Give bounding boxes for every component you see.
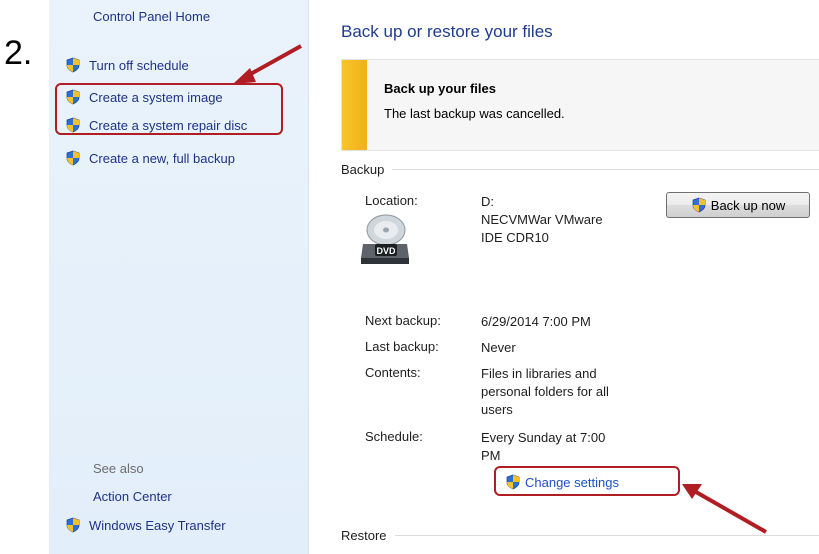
highlight-box-change-settings	[494, 466, 680, 496]
next-backup-label: Next backup:	[365, 313, 441, 328]
sidebar-item-turn-off-schedule[interactable]: Turn off schedule	[65, 57, 189, 73]
dvd-drive-icon: DVD	[361, 214, 409, 264]
dvd-badge: DVD	[376, 246, 396, 256]
restore-section-heading: Restore	[341, 528, 819, 543]
warning-bar	[342, 60, 367, 150]
back-up-now-button[interactable]: Back up now	[666, 192, 810, 218]
next-backup-value: 6/29/2014 7:00 PM	[481, 314, 591, 329]
highlight-box-sidebar	[55, 83, 283, 135]
see-also-heading: See also	[93, 461, 144, 476]
last-backup-label: Last backup:	[365, 339, 439, 354]
action-center-link[interactable]: Action Center	[93, 489, 172, 504]
location-label: Location:	[365, 193, 418, 208]
sidebar-item-label: Create a new, full backup	[89, 150, 235, 166]
button-label: Back up now	[710, 197, 786, 213]
windows-easy-transfer-link[interactable]: Windows Easy Transfer	[65, 517, 226, 533]
banner-message: The last backup was cancelled.	[384, 106, 565, 121]
control-panel-home-link[interactable]: Control Panel Home	[93, 9, 210, 24]
uac-shield-icon	[66, 57, 80, 73]
uac-shield-icon	[66, 517, 80, 533]
step-number: 2.	[4, 34, 33, 72]
contents-label: Contents:	[365, 365, 421, 380]
backup-status-banner: Back up your files The last backup was c…	[341, 59, 819, 151]
last-backup-value: Never	[481, 340, 516, 355]
backup-section-heading: Backup	[341, 162, 819, 177]
divider	[394, 535, 819, 536]
uac-shield-icon	[66, 150, 80, 166]
sidebar-item-label: Turn off schedule	[89, 57, 189, 73]
schedule-label: Schedule:	[365, 429, 423, 444]
banner-title: Back up your files	[384, 81, 496, 96]
sidebar-item-label: Windows Easy Transfer	[89, 517, 226, 533]
section-title: Backup	[341, 162, 385, 177]
divider	[392, 169, 819, 170]
uac-shield-icon	[692, 197, 706, 213]
location-value: D: NECVMWar VMware IDE CDR10	[481, 194, 603, 245]
section-title: Restore	[341, 528, 387, 543]
sidebar-item-create-full-backup[interactable]: Create a new, full backup	[65, 150, 235, 166]
contents-value: Files in libraries and personal folders …	[481, 366, 609, 417]
page-title: Back up or restore your files	[341, 22, 553, 41]
schedule-value: Every Sunday at 7:00 PM	[481, 430, 606, 463]
